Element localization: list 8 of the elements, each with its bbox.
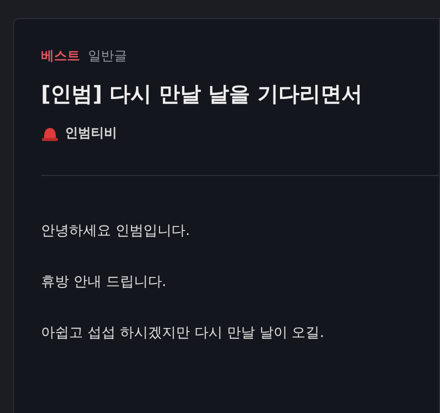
category-label: 일반글 bbox=[88, 48, 127, 66]
body-paragraph: 아쉽고 섭섭 하시겠지만 다시 만날 날이 오길. bbox=[41, 324, 326, 342]
best-label: 베스트 bbox=[41, 48, 80, 66]
siren-icon bbox=[41, 126, 59, 142]
body-paragraph: 휴방 안내 드립니다. bbox=[41, 272, 168, 290]
post-title: [인범] 다시 만날 날을 기다리면서 bbox=[41, 80, 364, 108]
author-name[interactable]: 인범티비 bbox=[65, 124, 117, 144]
body-paragraph: 안녕하세요 인범입니다. bbox=[41, 222, 191, 240]
